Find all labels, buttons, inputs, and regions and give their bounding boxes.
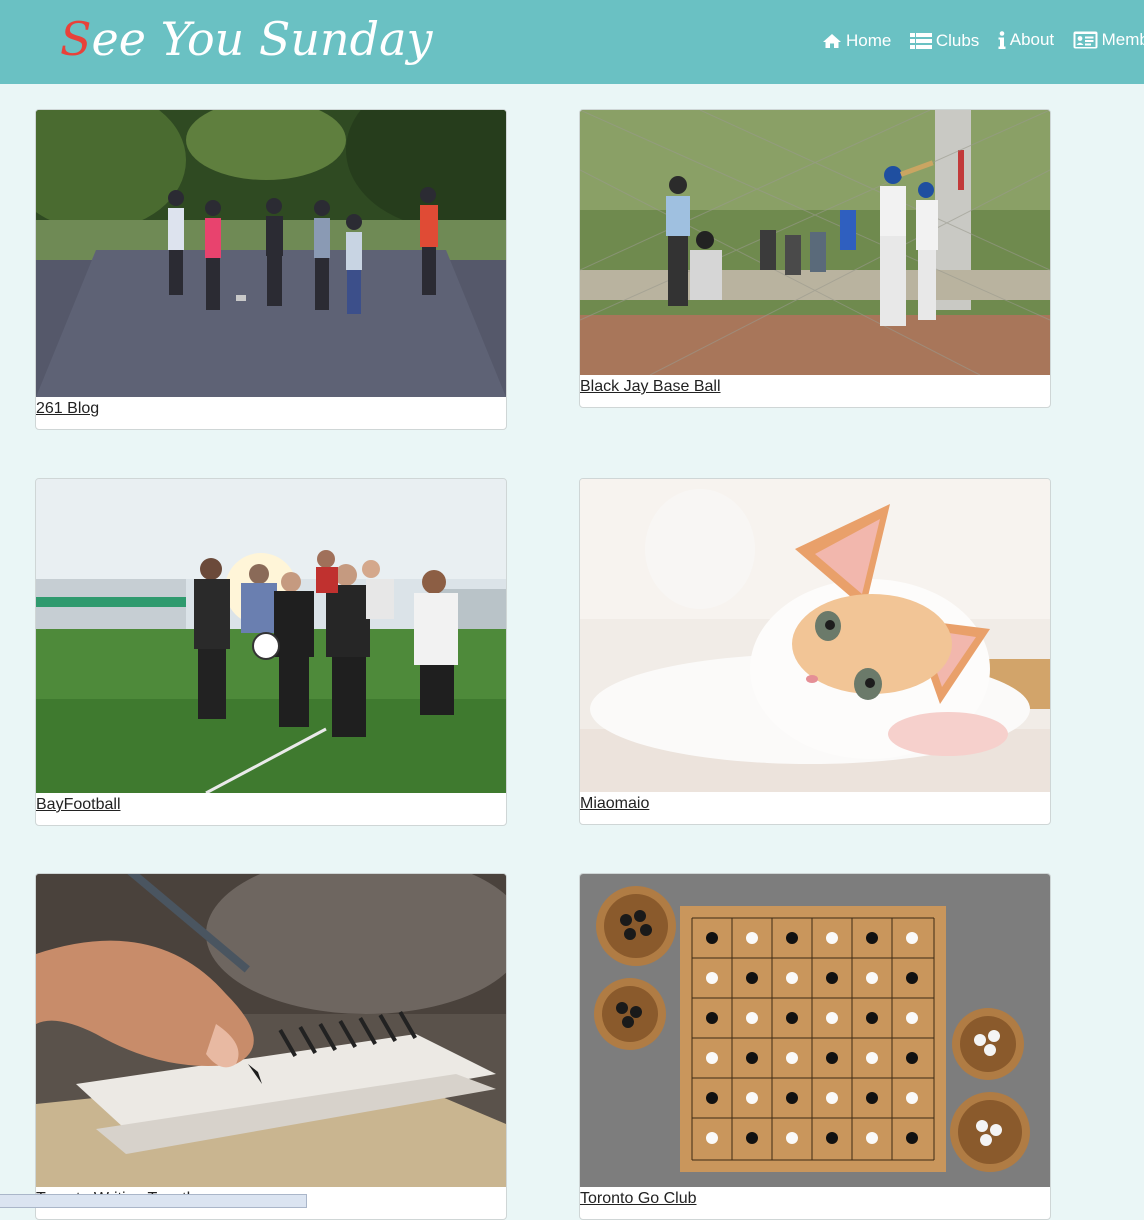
club-photo-runners (36, 110, 506, 397)
club-card-toronto-writing-together[interactable]: Toronto Writing Together (35, 873, 507, 1220)
nav-about[interactable]: About (998, 30, 1054, 50)
brand-first-letter: S (60, 12, 92, 66)
id-card-icon (1073, 31, 1098, 49)
club-card-miaomaio[interactable]: Miaomaio (579, 478, 1051, 825)
club-link[interactable]: Toronto Go Club (580, 1189, 697, 1209)
info-icon (998, 31, 1006, 49)
nav-clubs[interactable]: Clubs (909, 31, 980, 51)
club-card-toronto-go-club[interactable]: Toronto Go Club (579, 873, 1051, 1220)
navbar: See You Sunday Home Clubs About Membe (0, 0, 1144, 84)
nav-clubs-label: Clubs (935, 31, 980, 50)
club-card-black-jay-base-ball[interactable]: Black Jay Base Ball (579, 109, 1051, 408)
club-photo-go-board (580, 874, 1050, 1187)
club-link[interactable]: Black Jay Base Ball (580, 377, 721, 397)
nav-members[interactable]: Membe (1073, 30, 1144, 50)
club-card-bayfootball[interactable]: BayFootball (35, 478, 507, 826)
brand-logo[interactable]: See You Sunday (60, 6, 433, 76)
club-link[interactable]: BayFootball (36, 795, 121, 815)
home-icon (823, 34, 841, 48)
club-link[interactable]: Miaomaio (580, 794, 649, 814)
list-icon (909, 33, 932, 49)
browser-status-bar (0, 1194, 307, 1208)
nav-home-label: Home (846, 31, 892, 50)
club-photo-writing (36, 874, 506, 1187)
club-photo-baseball (580, 110, 1050, 375)
club-photo-football-team (36, 479, 506, 793)
nav-members-label: Membe (1101, 30, 1144, 49)
club-card-261-blog[interactable]: 261 Blog (35, 109, 507, 430)
brand-text: ee You Sunday (91, 12, 433, 66)
club-photo-kitten (580, 479, 1050, 792)
club-link[interactable]: 261 Blog (36, 399, 99, 419)
nav-links: Home Clubs About Membe (822, 30, 1144, 56)
nav-home[interactable]: Home (822, 31, 891, 51)
nav-about-label: About (1009, 30, 1055, 49)
